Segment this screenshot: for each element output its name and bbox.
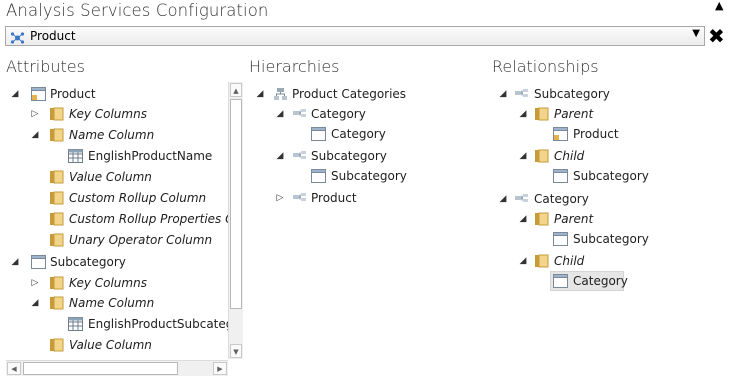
- level-icon: [292, 191, 307, 205]
- hierarchies-tree: ◢ Product Categories ◢ Category Category…: [249, 82, 484, 232]
- collapsed-arrow-icon[interactable]: ▷: [30, 273, 40, 293]
- hierarchies-header: Hierarchies: [249, 57, 340, 76]
- attributes-vertical-scrollbar[interactable]: ▲ ▼: [228, 82, 243, 359]
- scroll-down-icon[interactable]: ▼: [230, 344, 242, 358]
- expanded-arrow-icon[interactable]: ◢: [518, 209, 528, 229]
- scroll-up-icon[interactable]: ▲: [230, 83, 242, 97]
- expanded-arrow-icon[interactable]: ◢: [30, 293, 40, 313]
- folder-icon: [49, 233, 64, 247]
- folder-icon: [49, 170, 64, 184]
- table-icon: [311, 169, 326, 183]
- table-icon: [311, 127, 326, 141]
- folder-icon: [49, 128, 64, 142]
- folder-icon: [49, 107, 64, 121]
- expanded-arrow-icon[interactable]: ◢: [10, 252, 20, 272]
- window-title: Analysis Services Configuration: [6, 1, 269, 20]
- folder-icon: [534, 107, 549, 121]
- table-icon: [31, 87, 46, 101]
- collapsed-arrow-icon[interactable]: ▷: [30, 104, 40, 124]
- table-icon: [553, 274, 568, 288]
- dimension-select[interactable]: Product ▼: [5, 26, 705, 46]
- expanded-arrow-icon[interactable]: ◢: [518, 104, 528, 124]
- expanded-arrow-icon[interactable]: ◢: [498, 84, 508, 104]
- collapse-up-icon[interactable]: ▲: [715, 0, 723, 12]
- column-icon: [68, 317, 83, 331]
- hierarchy-icon: [273, 87, 288, 101]
- attributes-header: Attributes: [6, 57, 85, 76]
- folder-icon: [534, 254, 549, 268]
- column-icon: [68, 149, 83, 163]
- collapsed-arrow-icon[interactable]: ▷: [275, 188, 285, 208]
- table-icon: [553, 127, 568, 141]
- expanded-arrow-icon[interactable]: ◢: [518, 251, 528, 271]
- scroll-thumb[interactable]: [230, 99, 242, 309]
- attributes-tree: ◢ Product ▷ Key Columns ◢ Name Column En…: [0, 82, 228, 359]
- folder-icon: [49, 212, 64, 226]
- folder-icon: [49, 276, 64, 290]
- folder-icon: [534, 149, 549, 163]
- relationships-tree: ◢ Subcategory ◢ Parent Product ◢ Child S…: [492, 82, 727, 297]
- table-icon: [553, 232, 568, 246]
- expanded-arrow-icon[interactable]: ◢: [518, 146, 528, 166]
- level-icon: [292, 149, 307, 163]
- relationships-header: Relationships: [492, 57, 599, 76]
- folder-icon: [49, 296, 64, 310]
- expanded-arrow-icon[interactable]: ◢: [255, 84, 265, 104]
- scroll-left-icon[interactable]: ◀: [7, 362, 21, 375]
- expanded-arrow-icon[interactable]: ◢: [275, 104, 285, 124]
- expanded-arrow-icon[interactable]: ◢: [30, 125, 40, 145]
- relationship-icon: [514, 87, 529, 101]
- dimension-select-value: Product: [30, 29, 76, 43]
- scroll-thumb[interactable]: [23, 362, 178, 375]
- scroll-right-icon[interactable]: ▶: [213, 362, 227, 375]
- relationship-icon: [514, 192, 529, 206]
- expanded-arrow-icon[interactable]: ◢: [275, 146, 285, 166]
- folder-icon: [49, 338, 64, 352]
- level-icon: [292, 107, 307, 121]
- dimension-icon: [10, 30, 25, 49]
- folder-icon: [534, 212, 549, 226]
- table-icon: [553, 169, 568, 183]
- attributes-horizontal-scrollbar[interactable]: ◀ ▶: [6, 360, 228, 376]
- tree-node-selected[interactable]: Category: [550, 271, 628, 291]
- expanded-arrow-icon[interactable]: ◢: [498, 189, 508, 209]
- expanded-arrow-icon[interactable]: ◢: [10, 84, 20, 104]
- folder-icon: [49, 191, 64, 205]
- table-icon: [31, 255, 46, 269]
- chevron-down-icon[interactable]: ▼: [692, 28, 700, 39]
- close-icon[interactable]: ✖: [708, 26, 725, 46]
